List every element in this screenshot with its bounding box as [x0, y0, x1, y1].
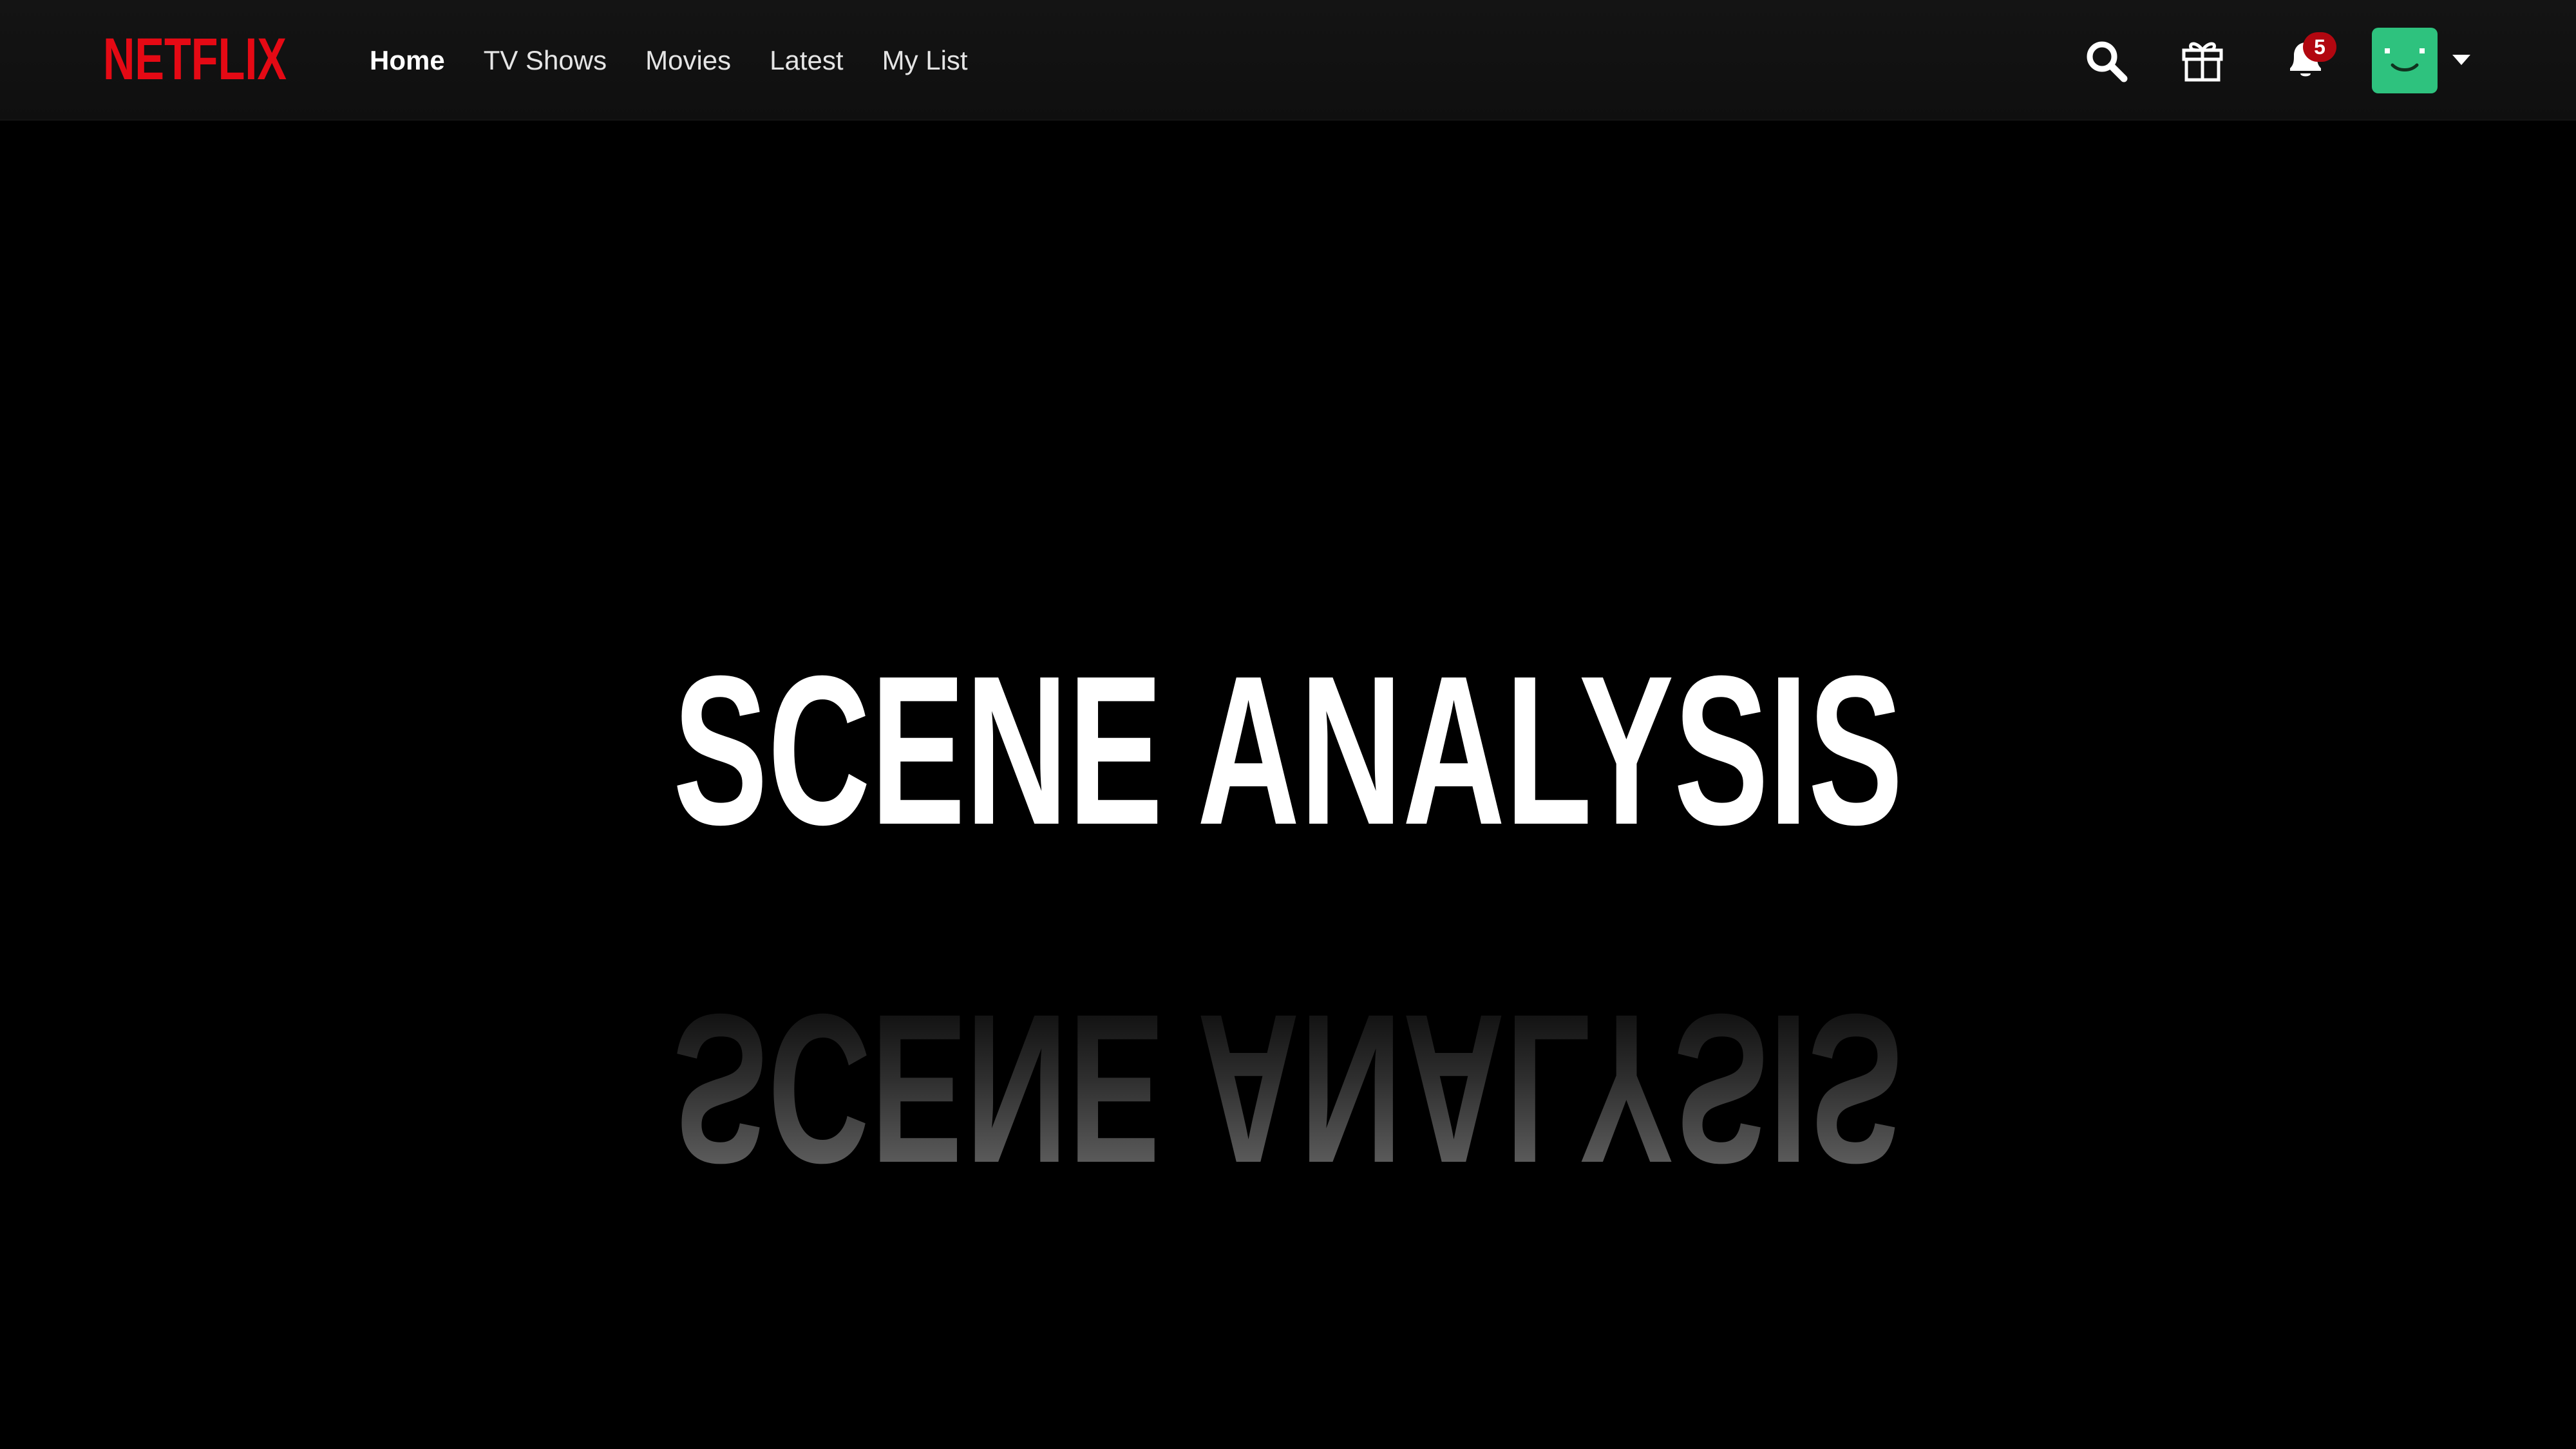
smiley-face-icon	[2385, 48, 2425, 71]
gift-icon	[2182, 42, 2223, 82]
caret-down-icon[interactable]	[2452, 55, 2470, 65]
nav-link-latest[interactable]: Latest	[770, 45, 843, 76]
hero-title: SCENE ANALYSIS	[673, 631, 1903, 869]
hero-title-graphic: SCENE ANALYSIS SCENE ANALYSIS	[673, 631, 1903, 1208]
nav-link-tv-shows[interactable]: TV Shows	[484, 45, 607, 76]
profile-avatar[interactable]	[2372, 28, 2438, 93]
nav-link-home[interactable]: Home	[370, 45, 445, 76]
hero-title-reflection: SCENE ANALYSIS	[673, 971, 1903, 1208]
nav-link-movies[interactable]: Movies	[645, 45, 731, 76]
gift-button[interactable]	[2180, 36, 2225, 82]
netflix-logo[interactable]: NETFLIX	[103, 29, 287, 87]
primary-nav: Home TV Shows Movies Latest My List	[370, 0, 968, 120]
search-icon	[2087, 41, 2128, 82]
netflix-logo-text: NETFLIX	[103, 29, 287, 87]
hero-section: SCENE ANALYSIS SCENE ANALYSIS	[0, 120, 2576, 1449]
search-button[interactable]	[2084, 39, 2129, 84]
notification-count-badge: 5	[2303, 32, 2336, 62]
top-navigation-bar: NETFLIX Home TV Shows Movies Latest My L…	[0, 0, 2576, 120]
nav-link-my-list[interactable]: My List	[882, 45, 968, 76]
